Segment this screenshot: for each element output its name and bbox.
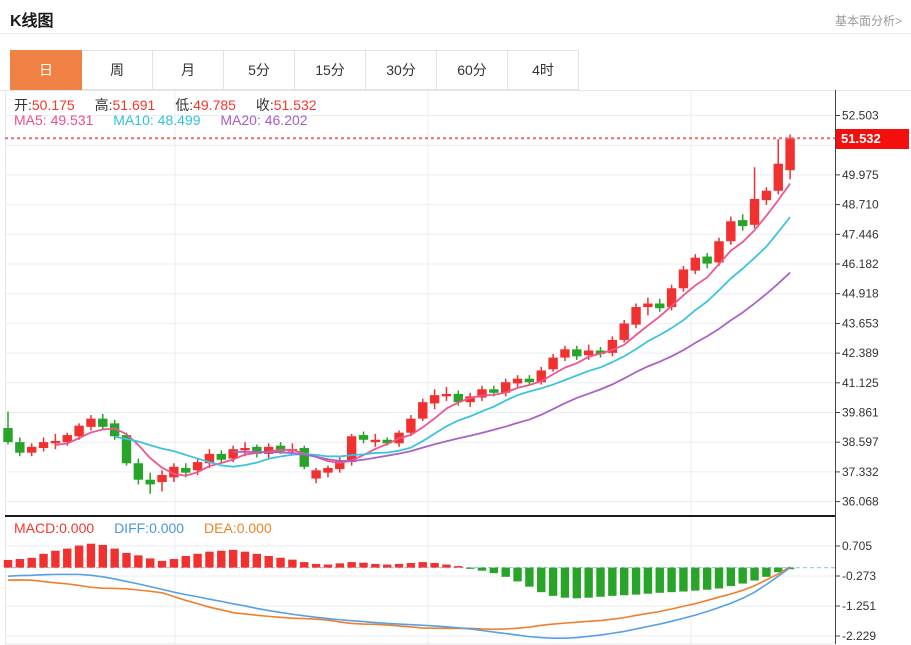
svg-text:46.182: 46.182 xyxy=(842,257,879,271)
macd-label: MACD: xyxy=(14,520,60,536)
diff-label: DIFF: xyxy=(114,520,150,536)
open-value: 50.175 xyxy=(31,97,75,113)
low-label: 低: xyxy=(175,97,194,113)
dea-value: 0.000 xyxy=(236,520,272,536)
svg-text:38.597: 38.597 xyxy=(842,435,879,449)
close-value: 51.532 xyxy=(273,97,317,113)
high-value: 51.691 xyxy=(112,97,156,113)
period-tabbar: 日 周 月 5分 15分 30分 60分 4时 xyxy=(10,50,579,90)
ma5-label: MA5: xyxy=(14,112,47,128)
tab-60min[interactable]: 60分 xyxy=(436,50,508,90)
diff-value: 0.000 xyxy=(149,520,185,536)
ma10-label: MA10: xyxy=(113,112,154,128)
svg-text:39.861: 39.861 xyxy=(842,405,879,419)
tab-week[interactable]: 周 xyxy=(81,50,153,90)
ma10-value: 48.499 xyxy=(157,112,201,128)
svg-text:41.125: 41.125 xyxy=(842,376,879,390)
ma-row: MA5: 49.531 MA10: 48.499 MA20: 46.202 xyxy=(14,112,324,128)
svg-text:42.389: 42.389 xyxy=(842,346,879,360)
ma20-value: 46.202 xyxy=(264,112,308,128)
tab-4hour[interactable]: 4时 xyxy=(507,50,579,90)
kline-page: K线图 基本面分析> 日 周 月 5分 15分 30分 60分 4时 52.50… xyxy=(0,0,911,645)
svg-text:37.332: 37.332 xyxy=(842,465,879,479)
svg-text:-0.273: -0.273 xyxy=(842,569,876,583)
tab-day[interactable]: 日 xyxy=(10,50,82,90)
high-label: 高: xyxy=(94,97,113,113)
svg-text:0.705: 0.705 xyxy=(842,539,872,553)
current-price-badge: 51.532 xyxy=(836,129,909,149)
svg-text:44.918: 44.918 xyxy=(842,287,879,301)
tab-month[interactable]: 月 xyxy=(152,50,224,90)
macd-header-row: MACD:0.000 DIFF:0.000 DEA:0.000 xyxy=(14,520,288,536)
tab-30min[interactable]: 30分 xyxy=(365,50,437,90)
svg-text:-1.251: -1.251 xyxy=(842,599,876,613)
low-value: 49.785 xyxy=(193,97,236,113)
svg-text:43.653: 43.653 xyxy=(842,316,879,330)
dea-label: DEA: xyxy=(204,520,237,536)
svg-text:48.710: 48.710 xyxy=(842,198,879,212)
tab-15min[interactable]: 15分 xyxy=(294,50,366,90)
tab-5min[interactable]: 5分 xyxy=(223,50,295,90)
ma5-value: 49.531 xyxy=(50,112,94,128)
open-label: 开: xyxy=(14,97,32,113)
svg-text:47.446: 47.446 xyxy=(842,227,879,241)
close-label: 收: xyxy=(255,97,274,113)
svg-text:52.503: 52.503 xyxy=(842,109,879,123)
svg-text:49.975: 49.975 xyxy=(842,168,879,182)
ma20-label: MA20: xyxy=(220,112,261,128)
svg-text:36.068: 36.068 xyxy=(842,495,879,509)
svg-text:-2.229: -2.229 xyxy=(842,629,876,643)
macd-value: 0.000 xyxy=(59,520,95,536)
